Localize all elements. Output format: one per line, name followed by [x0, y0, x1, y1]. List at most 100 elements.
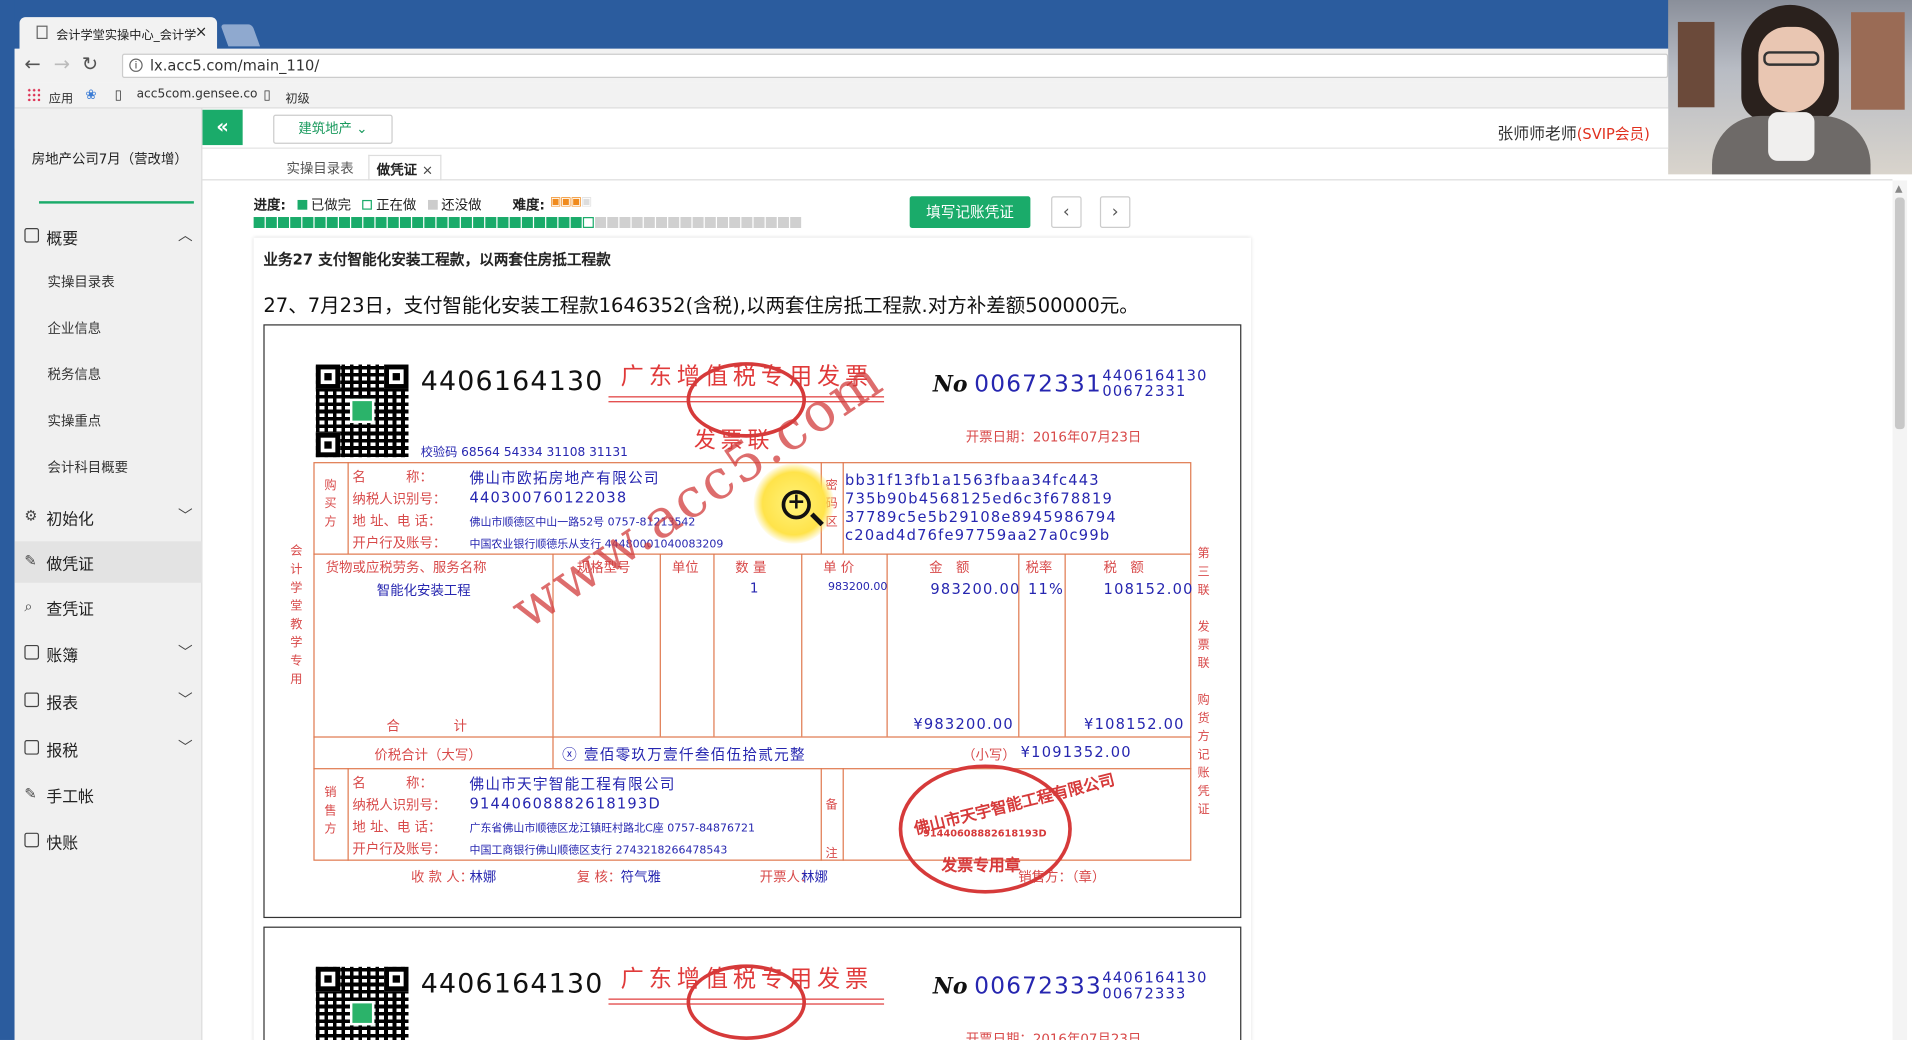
progress-segment	[521, 217, 533, 228]
prev-button[interactable]: ‹	[1051, 196, 1082, 228]
issue-date: 开票日期：2016年07月23日	[965, 429, 1142, 446]
bookmark-chuji[interactable]: 初级	[285, 88, 309, 106]
buyer-name: 佛山市欧拓房地产有限公司	[469, 469, 660, 487]
paw-icon: ❀	[85, 86, 97, 103]
grand-total-number: ¥1091352.00	[1020, 743, 1132, 761]
invoice-image[interactable]: 4406164130 广东增值税专用发票 发票联 No 00672331 440…	[263, 324, 1242, 919]
seller-name: 佛山市天宇智能工程有限公司	[469, 775, 676, 793]
tab-catalog[interactable]: 实操目录表	[279, 155, 361, 181]
nav-tax-filing[interactable]: 报税 ﹀	[15, 728, 203, 769]
apps-icon[interactable]	[26, 87, 41, 102]
reload-icon[interactable]: ↻	[82, 52, 98, 75]
seal-text: 发票专用章	[941, 857, 1021, 876]
col-header-price: 单 价	[823, 559, 855, 576]
nav-query-voucher[interactable]: ⌕ 查凭证	[15, 586, 203, 627]
cipher-line-4: c20ad4d76fe97759aa27a0c99b	[845, 526, 1111, 544]
divider	[39, 201, 194, 204]
company-name: 房地产公司7月（营改增）	[31, 151, 188, 168]
bookmark-gensee[interactable]: acc5com.gensee.co	[137, 88, 258, 101]
progress-segment	[338, 217, 350, 228]
browser-titlebar	[0, 0, 1912, 49]
nav-quick-ledger[interactable]: 快账	[15, 821, 203, 862]
seller-tax-id: 91440608882618193D	[469, 794, 661, 812]
progress-segment	[656, 217, 668, 228]
tab-make-voucher[interactable]: 做凭证 ×	[368, 154, 442, 181]
progress-segment	[570, 217, 582, 228]
chevron-down-icon: ﹀	[178, 643, 193, 661]
tax-bureau-seal	[686, 964, 807, 1040]
item-tax: 108152.00	[1103, 580, 1194, 598]
progress-segment	[546, 217, 558, 228]
nav-make-voucher[interactable]: ✎ 做凭证	[14, 541, 203, 583]
invoice-number: 00672333	[974, 972, 1102, 1000]
page-scrollbar[interactable]: ▲	[1892, 180, 1908, 1040]
payee: 林娜	[469, 869, 497, 886]
forward-icon[interactable]: →	[54, 52, 70, 75]
nav-sub-company-info[interactable]: 企业信息	[48, 318, 102, 338]
seller-label: 销售方	[324, 786, 337, 837]
address-bar[interactable]: i lx.acc5.com/main_110/	[121, 53, 1669, 79]
invoice-number: 00672331	[974, 370, 1102, 398]
progress-segment	[314, 217, 326, 228]
back-icon[interactable]: ←	[24, 52, 40, 75]
item-price: 983200.00	[827, 581, 888, 594]
browser-toolbar: ← → ↻ i lx.acc5.com/main_110/	[14, 48, 1669, 83]
nav-sub-accounts[interactable]: 会计科目概要	[48, 457, 128, 477]
bookmark-apps[interactable]: 应用	[49, 88, 73, 106]
bookmarks-bar: 应用 ❀ ▯ acc5com.gensee.co ▯ 初级	[14, 82, 1669, 109]
invoice-code-small: 4406164130	[1102, 969, 1208, 987]
next-button[interactable]: ›	[1099, 196, 1131, 228]
info-icon[interactable]: i	[129, 58, 143, 72]
scrollbar-thumb[interactable]	[1894, 197, 1905, 430]
browser-tab[interactable]: 会计学堂实操中心_会计学 ×	[19, 17, 218, 50]
col-header-rate: 税率	[1025, 559, 1053, 576]
progress-segment	[753, 217, 765, 228]
nav-sub-key-points[interactable]: 实操重点	[48, 411, 102, 431]
invoice-no-label: No	[932, 371, 968, 398]
nav-init[interactable]: ⚙ 初始化 ﹀	[15, 496, 203, 537]
progress-segment	[460, 217, 472, 228]
qr-code	[315, 364, 409, 458]
file-icon	[24, 832, 40, 848]
user-info[interactable]: 张师师老师(SVIP会员)	[1497, 121, 1649, 144]
chevron-down-icon: ﹀	[178, 738, 193, 756]
nav-sub-tax-info[interactable]: 税务信息	[48, 365, 102, 385]
page-icon: ▯	[263, 86, 271, 103]
progress-segment	[680, 217, 692, 228]
webcam-video	[1668, 0, 1912, 175]
window-edge	[0, 0, 15, 1040]
progress-segment	[278, 217, 289, 228]
close-tab-icon[interactable]: ×	[422, 162, 433, 178]
nav-overview[interactable]: 概要 ︿	[15, 216, 203, 257]
progress-segment	[558, 217, 570, 228]
fill-voucher-button[interactable]: 填写记账凭证	[909, 196, 1031, 228]
app-header	[14, 108, 1669, 149]
file-icon	[24, 740, 40, 755]
nav-manual-ledger[interactable]: ✎ 手工帐	[15, 774, 203, 815]
progress-segment	[375, 217, 387, 228]
scroll-up-icon[interactable]: ▲	[1895, 183, 1903, 194]
invoice-code-small: 4406164130	[1102, 366, 1208, 385]
grand-total-words: ⓧ 壹佰零玖万壹仟叁佰伍拾贰元整	[562, 746, 806, 764]
invoice-image-2[interactable]: 4406164130 广东增值税专用发票 No 00672333 4406164…	[263, 926, 1242, 1040]
star-icon: ▣	[570, 195, 583, 209]
nav-ledger[interactable]: 账簿 ﹀	[15, 633, 203, 674]
total-label: 合 计	[386, 718, 468, 734]
cipher-line-1: bb31f13fb1a1563fbaa34fc443	[845, 471, 1100, 489]
col-header-name: 货物或应税劳务、服务名称	[325, 559, 487, 576]
progress-segment	[399, 217, 411, 228]
nav-reports[interactable]: 报表 ﹀	[15, 680, 203, 721]
total-tax: ¥108152.00	[1084, 715, 1185, 733]
buyer-tax-id: 440300760122038	[469, 488, 628, 506]
url-text: lx.acc5.com/main_110/	[149, 57, 320, 75]
chevron-down-icon: ⌄	[356, 120, 368, 137]
item-name: 智能化安装工程	[376, 582, 471, 599]
close-tab-icon[interactable]: ×	[195, 23, 207, 40]
progress-segment	[643, 217, 655, 228]
industry-select[interactable]: 建筑地产 ⌄	[273, 114, 393, 144]
progress-segment	[790, 217, 802, 228]
task-description: 27、7月23日，支付智能化安装工程款1646352(含税),以两套住房抵工程款…	[263, 293, 1139, 317]
qr-code	[315, 966, 409, 1040]
collapse-sidebar-button[interactable]: «	[202, 109, 243, 146]
nav-sub-catalog[interactable]: 实操目录表	[48, 272, 115, 292]
